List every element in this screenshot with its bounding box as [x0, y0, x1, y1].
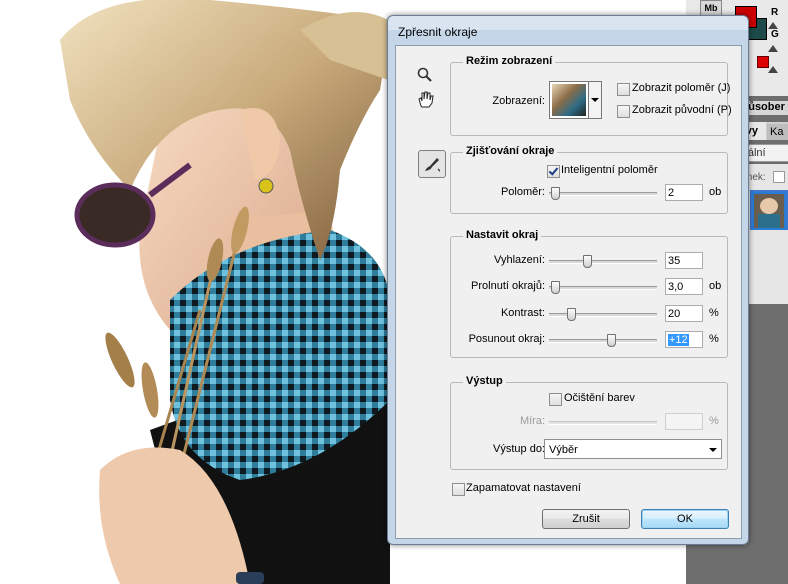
radius-slider[interactable] [549, 187, 657, 200]
output-to-label: Výstup do: [493, 443, 545, 455]
ok-button[interactable]: OK [641, 509, 729, 529]
amount-input [665, 413, 703, 430]
shift-edge-label: Posunout okraj: [468, 333, 545, 345]
smooth-slider[interactable] [549, 255, 657, 268]
output-legend: Výstup [463, 375, 506, 387]
shift-edge-slider[interactable] [549, 334, 657, 347]
dialog-title: Zpřesnit okraje [398, 25, 478, 39]
edge-detection-legend: Zjišťování okraje [463, 145, 558, 157]
show-original-checkbox[interactable] [617, 105, 630, 118]
feather-slider-thumb[interactable] [551, 281, 560, 294]
amount-label: Míra: [519, 415, 545, 427]
remember-settings-checkbox[interactable] [452, 483, 465, 496]
view-mode-preview[interactable] [549, 81, 589, 119]
slider-triangle-icon[interactable] [768, 66, 778, 73]
shift-edge-input[interactable]: +12 [665, 331, 703, 348]
radius-input[interactable]: 2 [665, 184, 703, 201]
brush-icon [425, 158, 440, 172]
hand-tool-icon[interactable] [414, 88, 436, 110]
smooth-label: Vyhlazení: [494, 254, 545, 266]
shift-edge-unit: % [709, 333, 719, 345]
radius-slider-thumb[interactable] [551, 187, 560, 200]
warning-swatch-icon[interactable] [757, 56, 769, 68]
cancel-button[interactable]: Zrušit [542, 509, 630, 529]
channel-r-label: R [771, 7, 779, 18]
channel-g-label: G [771, 29, 779, 40]
contrast-slider-thumb[interactable] [567, 308, 576, 321]
lock-checkbox[interactable] [773, 171, 785, 183]
show-radius-label: Zobrazit poloměr (J) [632, 82, 731, 94]
smooth-slider-thumb[interactable] [583, 255, 592, 268]
contrast-unit: % [709, 307, 719, 319]
decontaminate-checkbox[interactable] [549, 393, 562, 406]
smooth-input[interactable]: 35 [665, 252, 703, 269]
smart-radius-checkbox[interactable] [547, 165, 560, 178]
feather-input[interactable]: 3,0 [665, 278, 703, 295]
contrast-label: Kontrast: [500, 307, 545, 319]
view-mode-group: Režim zobrazení Zobrazení: Zobrazit polo… [450, 55, 732, 136]
smart-radius-label: Inteligentní poloměr [561, 164, 658, 176]
titlebar[interactable]: Zpřesnit okraje [388, 16, 748, 46]
layer-thumbnail[interactable] [752, 192, 786, 230]
edge-detection-group: Zjišťování okraje Inteligentní poloměr P… [450, 145, 728, 214]
show-radius-checkbox[interactable] [617, 83, 630, 96]
adjust-edge-group: Nastavit okraj Vyhlazení: 35 Prolnutí ok… [450, 229, 728, 358]
show-original-label: Zobrazit původní (P) [632, 104, 732, 116]
adjust-edge-legend: Nastavit okraj [463, 229, 542, 241]
output-to-select[interactable]: Výběr [544, 439, 722, 459]
view-mode-legend: Režim zobrazení [463, 55, 556, 67]
feather-unit: ob [709, 280, 722, 292]
radius-label: Poloměr: [500, 186, 545, 198]
amount-unit: % [709, 415, 719, 427]
slider-triangle-icon[interactable] [768, 45, 778, 52]
refine-radius-tool-button[interactable] [418, 150, 446, 178]
shift-edge-slider-thumb[interactable] [607, 334, 616, 347]
amount-slider [549, 421, 657, 425]
radius-unit: ob [709, 186, 722, 198]
decontaminate-label: Očištění barev [564, 392, 635, 404]
tab-channels[interactable]: Ka [767, 124, 788, 140]
remember-settings-label: Zapamatovat nastavení [466, 482, 581, 494]
chevron-down-icon [709, 448, 717, 452]
refine-edge-dialog: Zpřesnit okraje Režim zobrazení Zobrazen… [387, 15, 749, 545]
output-group: Výstup Očištění barev Míra: % Výstup do:… [450, 375, 728, 470]
slider-triangle-icon[interactable] [768, 22, 778, 29]
view-mode-dropdown[interactable] [588, 81, 602, 119]
contrast-slider[interactable] [549, 308, 657, 321]
feather-slider[interactable] [549, 281, 657, 294]
contrast-input[interactable]: 20 [665, 305, 703, 322]
mb-badge: Mb [700, 0, 722, 16]
zoom-tool-icon[interactable] [414, 64, 436, 86]
dialog-client-area: Režim zobrazení Zobrazení: Zobrazit polo… [395, 45, 742, 539]
view-label: Zobrazení: [492, 95, 545, 107]
feather-label: Prolnutí okrajů: [471, 280, 545, 292]
